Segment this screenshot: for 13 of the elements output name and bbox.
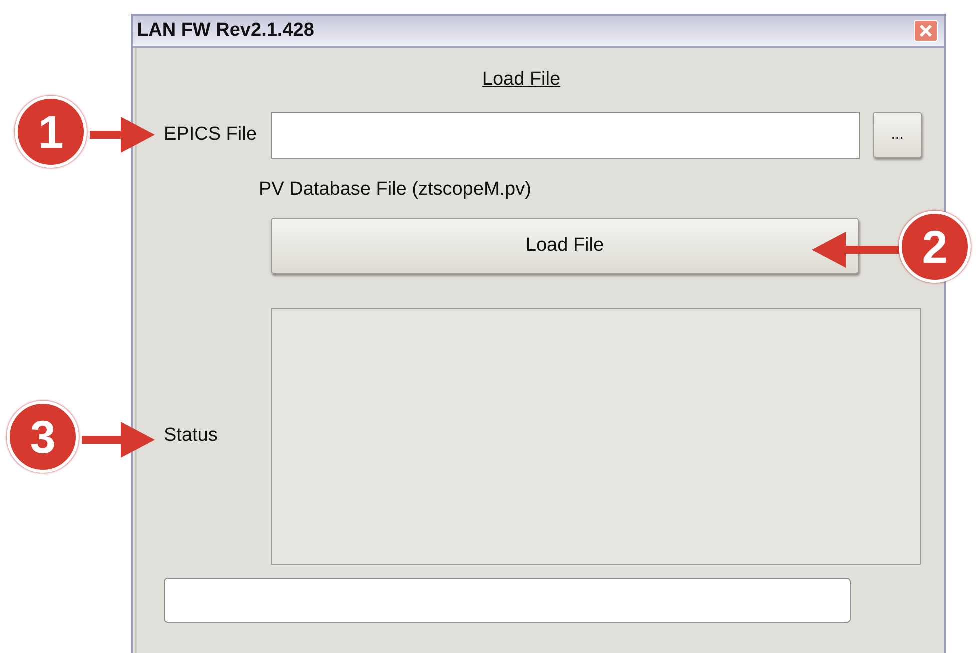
load-file-button[interactable]: Load File xyxy=(271,218,859,274)
callout-number: 1 xyxy=(15,96,87,168)
file-path-field[interactable] xyxy=(271,112,860,158)
window-title: LAN FW Rev2.1.428 xyxy=(137,18,314,43)
field-hint: PV Database File (ztscopeM.pv) xyxy=(259,178,532,202)
close-icon xyxy=(918,23,934,39)
section-title: Load File xyxy=(481,68,562,92)
close-button[interactable] xyxy=(914,20,938,42)
callout-number: 3 xyxy=(7,401,79,473)
status-label: Status xyxy=(164,424,219,448)
browse-button[interactable]: ... xyxy=(873,112,922,158)
field-label: EPICS File xyxy=(164,122,258,147)
callout-arrow xyxy=(90,115,155,155)
